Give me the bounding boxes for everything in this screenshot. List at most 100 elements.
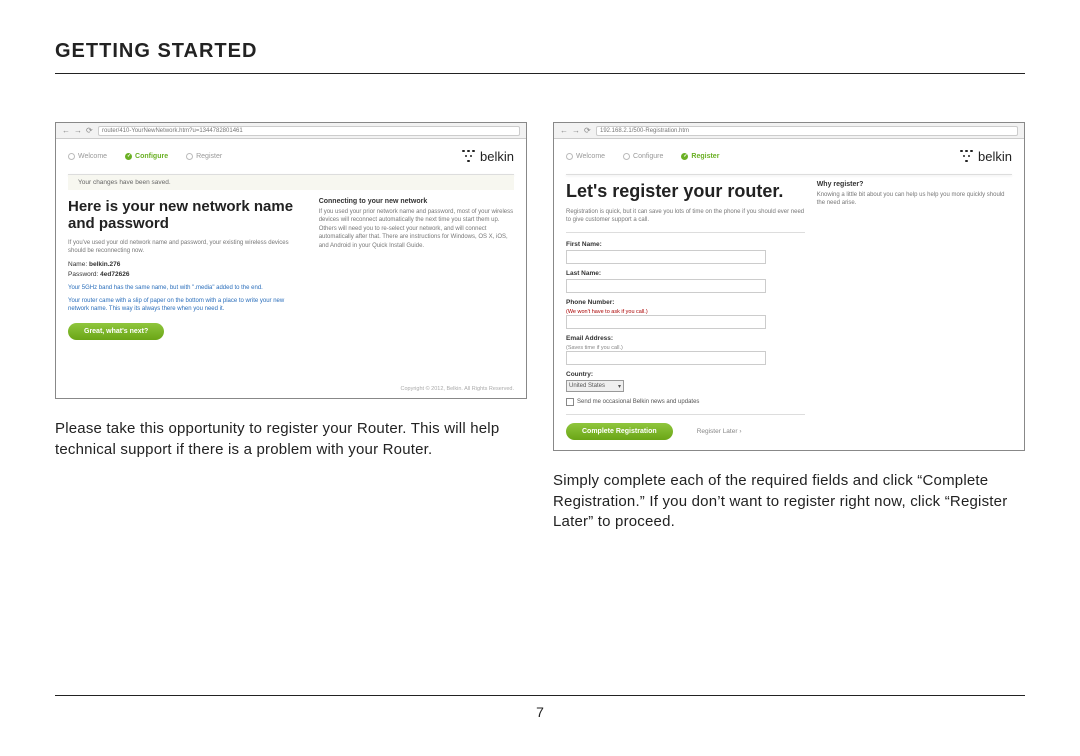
forward-icon: → bbox=[572, 127, 580, 135]
brand-logo: belkin bbox=[960, 149, 1012, 164]
label-last-name: Last Name: bbox=[566, 270, 805, 277]
hint-email: (Saves time if you call.) bbox=[566, 345, 623, 351]
content-main: Let's register your router. Registration… bbox=[566, 181, 805, 440]
chevron-down-icon: ▾ bbox=[618, 383, 621, 390]
name-value: belkin.276 bbox=[89, 261, 120, 268]
page-footer: 7 bbox=[55, 695, 1025, 720]
password-value: 4ed72626 bbox=[100, 271, 129, 278]
input-last-name[interactable] bbox=[566, 279, 766, 293]
left-caption: Please take this opportunity to register… bbox=[55, 419, 527, 460]
step-configure: Configure bbox=[623, 153, 663, 160]
subtext: Registration is quick, but it can save y… bbox=[566, 208, 805, 225]
brand-name: belkin bbox=[480, 149, 514, 164]
select-country[interactable]: United States ▾ bbox=[566, 380, 624, 392]
step-welcome: Welcome bbox=[566, 153, 605, 160]
side-text: If you used your prior network name and … bbox=[319, 208, 514, 250]
side-text: Knowing a little bit about you can help … bbox=[817, 191, 1012, 208]
step-dot-icon bbox=[623, 153, 630, 160]
field-country: Country: United States ▾ bbox=[566, 371, 805, 392]
field-last-name: Last Name: bbox=[566, 270, 805, 293]
step-label: Configure bbox=[135, 153, 168, 160]
brand-name: belkin bbox=[978, 149, 1012, 164]
left-column: ← → ⟳ router/410-YourNewNetwork.htm?u=13… bbox=[55, 122, 527, 532]
forward-icon: → bbox=[74, 127, 82, 135]
logo-dots-icon bbox=[462, 150, 476, 164]
step-label: Configure bbox=[633, 153, 663, 160]
divider bbox=[566, 414, 805, 415]
input-email[interactable] bbox=[566, 351, 766, 365]
brand-logo: belkin bbox=[462, 149, 514, 164]
hint-phone: (We won't have to ask if you call.) bbox=[566, 309, 648, 315]
notice-bar: Your changes have been saved. bbox=[68, 175, 514, 190]
content-row: Here is your new network name and passwo… bbox=[56, 198, 526, 350]
step-label: Welcome bbox=[576, 153, 605, 160]
right-caption: Simply complete each of the required fie… bbox=[553, 471, 1025, 532]
content-side: Why register? Knowing a little bit about… bbox=[817, 181, 1012, 440]
url-bar: 192.168.2.1/500-Registration.htm bbox=[596, 126, 1018, 136]
step-label: Register bbox=[196, 153, 222, 160]
app-header: Welcome Configure Register belkin bbox=[554, 139, 1024, 174]
logo-dots-icon bbox=[960, 150, 974, 164]
checkbox-newsletter[interactable] bbox=[566, 398, 574, 406]
field-email: Email Address: (Saves time if you call.) bbox=[566, 335, 805, 365]
step-register: Register bbox=[186, 153, 222, 160]
input-first-name[interactable] bbox=[566, 250, 766, 264]
reminder-text: Your router came with a slip of paper on… bbox=[68, 297, 307, 314]
content-columns: ← → ⟳ router/410-YourNewNetwork.htm?u=13… bbox=[55, 122, 1025, 532]
screenshot-network: ← → ⟳ router/410-YourNewNetwork.htm?u=13… bbox=[55, 122, 527, 399]
main-heading: Here is your new network name and passwo… bbox=[68, 198, 307, 233]
progress-steps: Welcome Configure Register bbox=[68, 153, 222, 160]
step-configure: Configure bbox=[125, 153, 168, 160]
reload-icon: ⟳ bbox=[584, 127, 592, 135]
progress-steps: Welcome Configure Register bbox=[566, 153, 719, 160]
label-country: Country: bbox=[566, 371, 805, 378]
field-first-name: First Name: bbox=[566, 241, 805, 264]
copyright: Copyright © 2012, Belkin. All Rights Res… bbox=[56, 380, 526, 398]
register-later-link[interactable]: Register Later › bbox=[697, 428, 742, 435]
main-heading: Let's register your router. bbox=[566, 181, 805, 202]
step-label: Welcome bbox=[78, 153, 107, 160]
step-label: Register bbox=[691, 153, 719, 160]
url-bar: router/410-YourNewNetwork.htm?u=13447828… bbox=[98, 126, 520, 136]
band-text: Your 5GHz band has the same name, but wi… bbox=[68, 284, 307, 292]
network-name: Name: belkin.276 bbox=[68, 261, 307, 268]
content-side: Connecting to your new network If you us… bbox=[319, 198, 514, 340]
divider bbox=[566, 232, 805, 233]
label-email: Email Address: bbox=[566, 335, 805, 342]
app-header: Welcome Configure Register belkin bbox=[56, 139, 526, 174]
submit-button[interactable]: Complete Registration bbox=[566, 423, 673, 440]
label-first-name: First Name: bbox=[566, 241, 805, 248]
right-column: ← → ⟳ 192.168.2.1/500-Registration.htm W… bbox=[553, 122, 1025, 532]
reload-icon: ⟳ bbox=[86, 127, 94, 135]
step-register: Register bbox=[681, 153, 719, 160]
step-welcome: Welcome bbox=[68, 153, 107, 160]
name-label: Name: bbox=[68, 261, 87, 268]
side-heading: Why register? bbox=[817, 181, 1012, 188]
page-number: 7 bbox=[536, 704, 544, 720]
content-main: Here is your new network name and passwo… bbox=[68, 198, 307, 340]
back-icon: ← bbox=[62, 127, 70, 135]
subtext: If you've used your old network name and… bbox=[68, 239, 307, 256]
form-actions: Complete Registration Register Later › bbox=[566, 423, 805, 440]
network-password: Password: 4ed72626 bbox=[68, 271, 307, 278]
checkbox-label: Send me occasional Belkin news and updat… bbox=[577, 399, 699, 405]
step-dot-icon bbox=[681, 153, 688, 160]
label-phone: Phone Number: bbox=[566, 299, 805, 306]
page-title: GETTING STARTED bbox=[55, 40, 1025, 74]
input-phone[interactable] bbox=[566, 315, 766, 329]
side-heading: Connecting to your new network bbox=[319, 198, 514, 205]
step-dot-icon bbox=[68, 153, 75, 160]
country-value: United States bbox=[569, 383, 605, 389]
content-row: Let's register your router. Registration… bbox=[554, 175, 1024, 450]
step-dot-icon bbox=[125, 153, 132, 160]
browser-chrome: ← → ⟳ router/410-YourNewNetwork.htm?u=13… bbox=[56, 123, 526, 139]
password-label: Password: bbox=[68, 271, 98, 278]
browser-chrome: ← → ⟳ 192.168.2.1/500-Registration.htm bbox=[554, 123, 1024, 139]
step-dot-icon bbox=[566, 153, 573, 160]
step-dot-icon bbox=[186, 153, 193, 160]
back-icon: ← bbox=[560, 127, 568, 135]
field-phone: Phone Number: (We won't have to ask if y… bbox=[566, 299, 805, 329]
screenshot-register: ← → ⟳ 192.168.2.1/500-Registration.htm W… bbox=[553, 122, 1025, 451]
newsletter-row: Send me occasional Belkin news and updat… bbox=[566, 398, 805, 406]
next-button[interactable]: Great, what's next? bbox=[68, 323, 164, 340]
